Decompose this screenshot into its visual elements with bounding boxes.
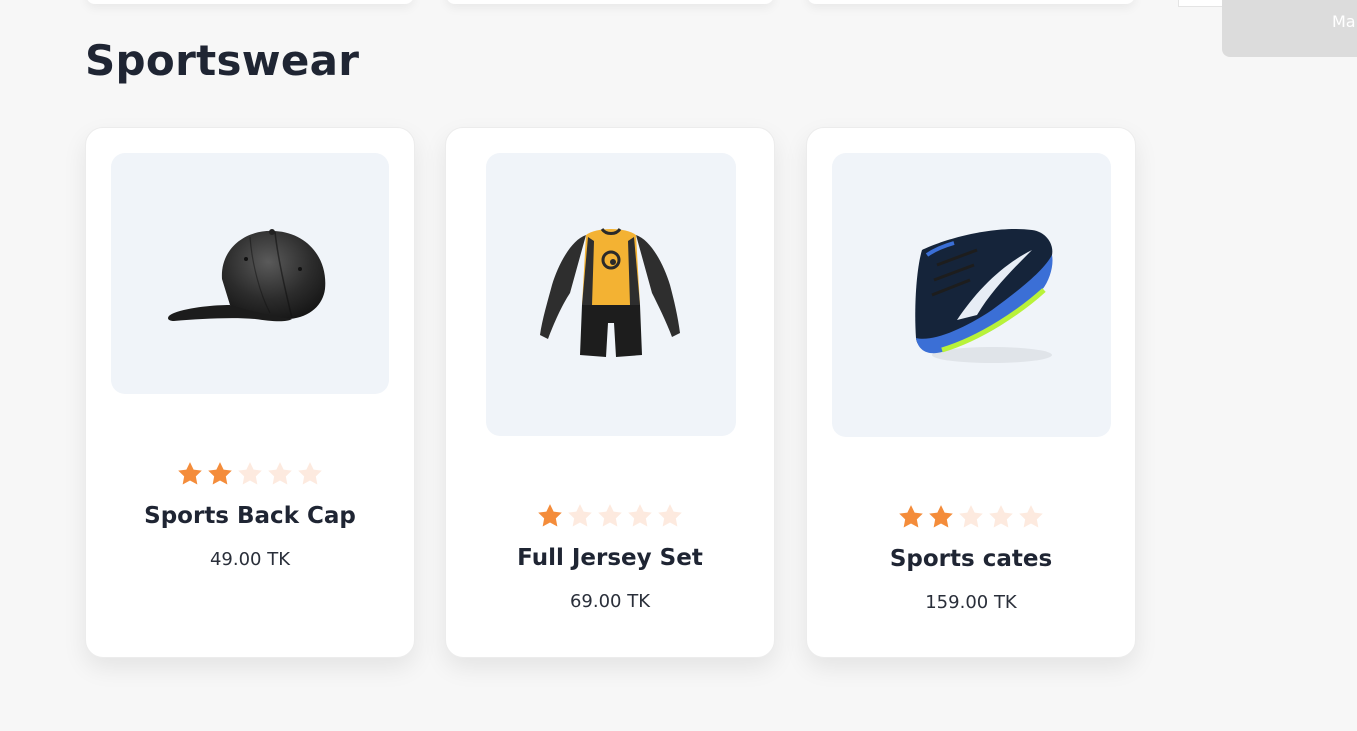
product-image[interactable] bbox=[486, 153, 736, 436]
product-image[interactable] bbox=[832, 153, 1111, 437]
product-name[interactable]: Sports cates bbox=[807, 546, 1135, 572]
star-empty-icon bbox=[628, 504, 652, 527]
running-shoe-image bbox=[914, 229, 1053, 363]
cycling-jersey-image bbox=[540, 227, 680, 357]
star-empty-icon bbox=[238, 462, 262, 485]
star-filled-icon bbox=[899, 505, 923, 528]
star-rating bbox=[446, 502, 774, 530]
star-empty-icon bbox=[1019, 505, 1043, 528]
product-name[interactable]: Sports Back Cap bbox=[86, 503, 414, 529]
previous-card-edge bbox=[86, 0, 414, 4]
product-image[interactable] bbox=[111, 153, 389, 394]
previous-element-edge bbox=[1178, 0, 1226, 7]
page: Ma Sportswear Sports Back Cap 49.00 TK F… bbox=[0, 0, 1357, 731]
product-card[interactable]: Sports cates 159.00 TK bbox=[806, 127, 1136, 658]
product-price: 69.00 TK bbox=[569, 591, 651, 612]
star-filled-icon bbox=[178, 462, 202, 485]
star-empty-icon bbox=[989, 505, 1013, 528]
star-empty-icon bbox=[598, 504, 622, 527]
star-empty-icon bbox=[959, 505, 983, 528]
star-rating bbox=[807, 503, 1135, 531]
star-filled-icon bbox=[208, 462, 232, 485]
star-empty-icon bbox=[298, 462, 322, 485]
product-name[interactable]: Full Jersey Set bbox=[446, 545, 774, 571]
star-empty-icon bbox=[658, 504, 682, 527]
star-empty-icon bbox=[268, 462, 292, 485]
section-title: Sportswear bbox=[85, 36, 360, 85]
top-right-button[interactable]: Ma bbox=[1222, 0, 1357, 57]
baseball-cap-image bbox=[168, 228, 326, 321]
product-price: 49.00 TK bbox=[209, 549, 291, 570]
star-filled-icon bbox=[538, 504, 562, 527]
star-filled-icon bbox=[929, 505, 953, 528]
product-card[interactable]: Full Jersey Set 69.00 TK bbox=[445, 127, 775, 658]
product-card[interactable]: Sports Back Cap 49.00 TK bbox=[85, 127, 415, 658]
top-right-button-label: Ma bbox=[1332, 12, 1356, 31]
product-price: 159.00 TK bbox=[925, 592, 1017, 613]
previous-card-edge bbox=[446, 0, 774, 4]
previous-card-edge bbox=[807, 0, 1135, 4]
star-empty-icon bbox=[568, 504, 592, 527]
star-rating bbox=[86, 460, 414, 488]
